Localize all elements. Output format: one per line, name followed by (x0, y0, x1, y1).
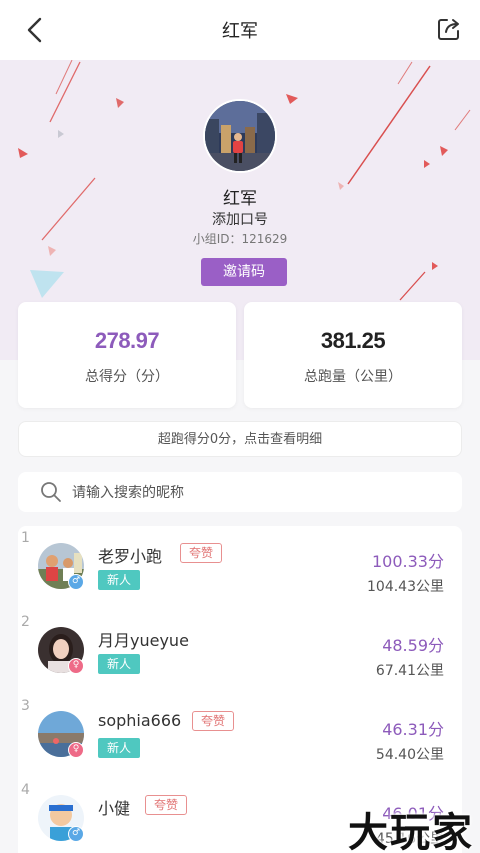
total-score-card: 278.97 总得分（分） (18, 302, 236, 408)
list-item[interactable]: 1 ♂ 老罗小跑 夸赞 新人 100.33分 104.43公里 (18, 526, 462, 610)
newbie-badge: 新人 (98, 738, 141, 758)
member-distance: 104.43公里 (367, 579, 444, 595)
total-distance-value: 381.25 (320, 328, 386, 353)
team-id: 小组ID：121629 (192, 232, 288, 246)
total-score-label: 总得分（分） (85, 369, 169, 385)
praise-button[interactable]: 夸赞 (180, 543, 223, 563)
member-name: 月月yueyue (98, 631, 189, 650)
team-name: 红军 (223, 189, 257, 209)
gender-female-icon: ♀ (68, 742, 84, 758)
member-score: 46.31分 (382, 720, 444, 739)
invite-code-button[interactable]: 邀请码 (201, 258, 287, 286)
praise-button[interactable]: 夸赞 (192, 711, 235, 731)
gender-female-icon: ♀ (68, 658, 84, 674)
rank-number: 4 (21, 782, 30, 798)
search-icon (41, 482, 61, 502)
total-distance-card: 381.25 总跑量（公里） (244, 302, 462, 408)
team-avatar[interactable] (203, 99, 277, 173)
newbie-badge: 新人 (98, 570, 141, 590)
gender-male-icon: ♂ (68, 574, 84, 590)
rank-number: 3 (21, 698, 30, 714)
share-icon[interactable] (436, 16, 462, 42)
rank-number: 2 (21, 614, 30, 630)
nav-bar: 红军 (0, 0, 480, 60)
member-score: 48.59分 (382, 636, 444, 655)
list-item[interactable]: 3 ♀ sophia666 夸赞 新人 46.31分 54.40公里 (18, 694, 462, 778)
watermark: 大玩家 (348, 810, 474, 853)
member-name: 老罗小跑 (98, 547, 163, 566)
score-detail-button[interactable]: 超跑得分0分，点击查看明细 (18, 421, 462, 457)
team-slogan[interactable]: 添加口号 (0, 209, 480, 229)
member-score: 100.33分 (372, 552, 444, 571)
newbie-badge: 新人 (98, 654, 141, 674)
member-distance: 67.41公里 (375, 663, 444, 679)
page-title: 红军 (222, 21, 258, 42)
chevron-left-icon[interactable] (22, 16, 48, 44)
praise-button[interactable]: 夸赞 (145, 795, 188, 815)
search-placeholder: 请输入搜索的昵称 (72, 485, 184, 501)
gender-male-icon: ♂ (68, 826, 84, 842)
list-item[interactable]: 2 ♀ 月月yueyue 新人 48.59分 67.41公里 (18, 610, 462, 694)
search-input[interactable]: 请输入搜索的昵称 (18, 472, 462, 512)
total-distance-label: 总跑量（公里） (304, 369, 402, 385)
member-distance: 54.40公里 (375, 747, 444, 763)
member-name: 小健 (98, 799, 131, 818)
total-score-value: 278.97 (94, 328, 160, 353)
member-name: sophia666 (98, 711, 182, 730)
rank-number: 1 (21, 530, 30, 546)
